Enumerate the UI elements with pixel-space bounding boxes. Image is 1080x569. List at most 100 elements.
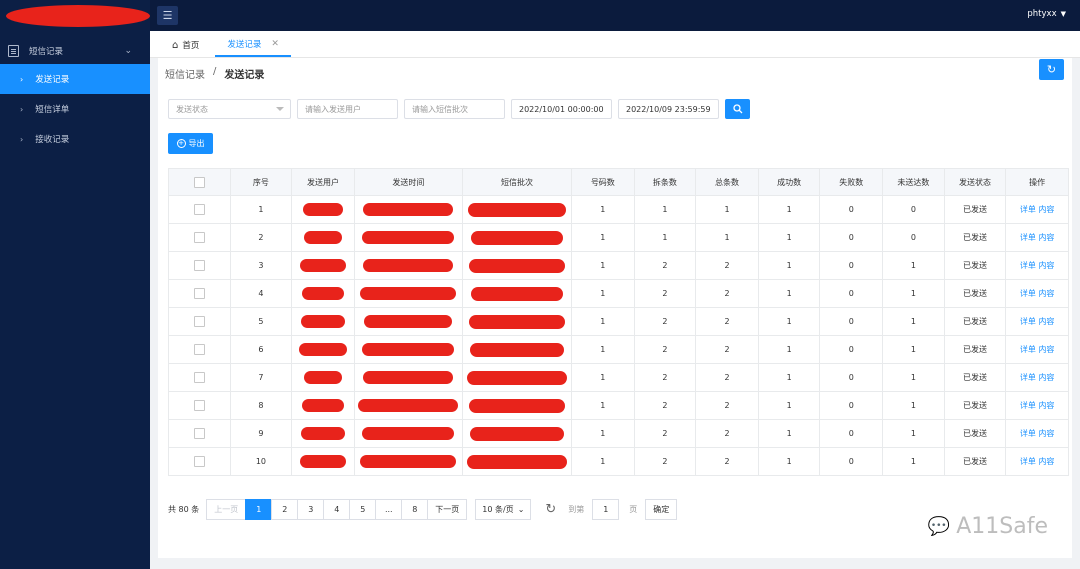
detail-link[interactable]: 详单 [1020,429,1036,438]
cell-splits: 2 [633,335,697,364]
content-link[interactable]: 内容 [1038,401,1054,410]
column-header: 发送状态 [943,168,1007,196]
redacted-value [468,258,565,273]
table-row: 6 1 2 2 1 0 1 已发送 详单 内容 [168,335,1069,364]
cell-splits: 2 [633,363,697,392]
cell-total: 2 [695,419,759,448]
content-link[interactable]: 内容 [1038,261,1054,270]
row-checkbox[interactable] [193,344,205,355]
row-checkbox[interactable] [193,316,205,327]
cell-status: 已发送 [943,223,1007,252]
cell-sms-batch [461,251,573,280]
menu-toggle-icon[interactable]: ☰ [157,6,178,25]
page-button[interactable]: 1 [245,499,273,520]
content-link[interactable]: 内容 [1038,317,1054,326]
cell-fail: 0 [819,335,884,364]
content-link[interactable]: 内容 [1038,457,1054,466]
cell-send-time [353,279,463,308]
cell-fail: 0 [819,307,884,336]
redacted-value [303,203,344,216]
row-select-cell [168,195,231,224]
start-time-input[interactable]: 2022/10/01 00:00:00 [511,99,612,119]
search-button[interactable] [725,99,750,119]
page-ellipsis[interactable]: ... [375,499,403,520]
status-select[interactable]: 发送状态 [168,99,291,119]
detail-link[interactable]: 详单 [1020,289,1036,298]
cell-actions: 详单 内容 [1005,223,1069,252]
content-link[interactable]: 内容 [1038,205,1054,214]
refresh-button[interactable]: ↻ [1039,59,1064,80]
page-button[interactable]: 4 [323,499,351,520]
end-time-input[interactable]: 2022/10/09 23:59:59 [618,99,719,119]
page-button[interactable]: 8 [401,499,429,520]
page-size-select[interactable]: 10 条/页 ⌄ [475,499,532,520]
row-checkbox[interactable] [193,456,205,467]
detail-link[interactable]: 详单 [1020,233,1036,242]
export-button[interactable]: + 导出 [168,133,213,154]
row-checkbox[interactable] [193,232,205,243]
reload-icon[interactable]: ↻ [545,502,556,517]
breadcrumb-current: 发送记录 [224,70,265,81]
tab-home[interactable]: ⌂ 首页 [160,33,211,57]
detail-link[interactable]: 详单 [1020,261,1036,270]
tab-send-records[interactable]: 发送记录 ✕ [215,33,291,57]
goto-page-input[interactable]: 1 [592,499,620,520]
cell-numbers: 1 [571,307,635,336]
page-button[interactable]: 5 [349,499,377,520]
cell-success: 1 [757,307,821,336]
send-user-input[interactable]: 请输入发送用户 [297,99,398,119]
row-checkbox[interactable] [193,400,205,411]
detail-link[interactable]: 详单 [1020,373,1036,382]
content-link[interactable]: 内容 [1038,373,1054,382]
redacted-value [469,342,564,357]
redacted-value [358,399,459,412]
confirm-button[interactable]: 确定 [645,499,678,520]
table-row: 7 1 2 2 1 0 1 已发送 详单 内容 [168,363,1069,392]
cell-actions: 详单 内容 [1005,335,1069,364]
row-checkbox[interactable] [193,372,205,383]
content-link[interactable]: 内容 [1038,429,1054,438]
close-icon[interactable]: ✕ [271,39,279,49]
row-checkbox[interactable] [193,204,205,215]
sidebar-item-send-records[interactable]: › 发送记录 [0,64,150,94]
page-button[interactable]: 2 [271,499,299,520]
detail-link[interactable]: 详单 [1020,317,1036,326]
row-select-cell [168,447,231,476]
redacted-value [301,427,346,440]
row-checkbox[interactable] [193,260,205,271]
detail-link[interactable]: 详单 [1020,401,1036,410]
cell-numbers: 1 [571,195,635,224]
page-button[interactable]: 3 [297,499,325,520]
content-link[interactable]: 内容 [1038,289,1054,298]
row-checkbox[interactable] [193,428,205,439]
content-link[interactable]: 内容 [1038,233,1054,242]
select-all-checkbox[interactable] [193,176,205,188]
redacted-value [363,203,454,216]
redacted-value [363,259,454,272]
cell-splits: 2 [633,307,697,336]
user-menu[interactable]: phtyxx ▼ [1027,9,1066,19]
redacted-value [364,315,453,328]
detail-link[interactable]: 详单 [1020,345,1036,354]
chevron-right-icon: › [20,104,24,114]
next-page-button[interactable]: 下一页 [427,499,468,520]
content-link[interactable]: 内容 [1038,345,1054,354]
column-header: 成功数 [757,168,821,196]
breadcrumb-parent[interactable]: 短信记录 [165,66,205,81]
cell-send-time [353,363,463,392]
sms-batch-input[interactable]: 请输入短信批次 [404,99,505,119]
sidebar-group-sms-records[interactable]: 短信记录 ⌄ [0,38,150,64]
detail-link[interactable]: 详单 [1020,457,1036,466]
row-checkbox[interactable] [193,288,205,299]
username: phtyxx [1027,9,1057,19]
cell-undelivered: 1 [882,251,945,280]
cell-splits: 2 [633,447,697,476]
prev-page-button[interactable]: 上一页 [206,499,247,520]
cell-splits: 2 [633,279,697,308]
detail-link[interactable]: 详单 [1020,205,1036,214]
cell-status: 已发送 [943,251,1007,280]
sidebar-item-sms-details[interactable]: › 短信详单 [0,94,150,124]
table-row: 2 1 1 1 1 0 0 已发送 详单 内容 [168,223,1069,252]
redacted-value [468,398,565,413]
sidebar-item-receive-records[interactable]: › 接收记录 [0,124,150,154]
